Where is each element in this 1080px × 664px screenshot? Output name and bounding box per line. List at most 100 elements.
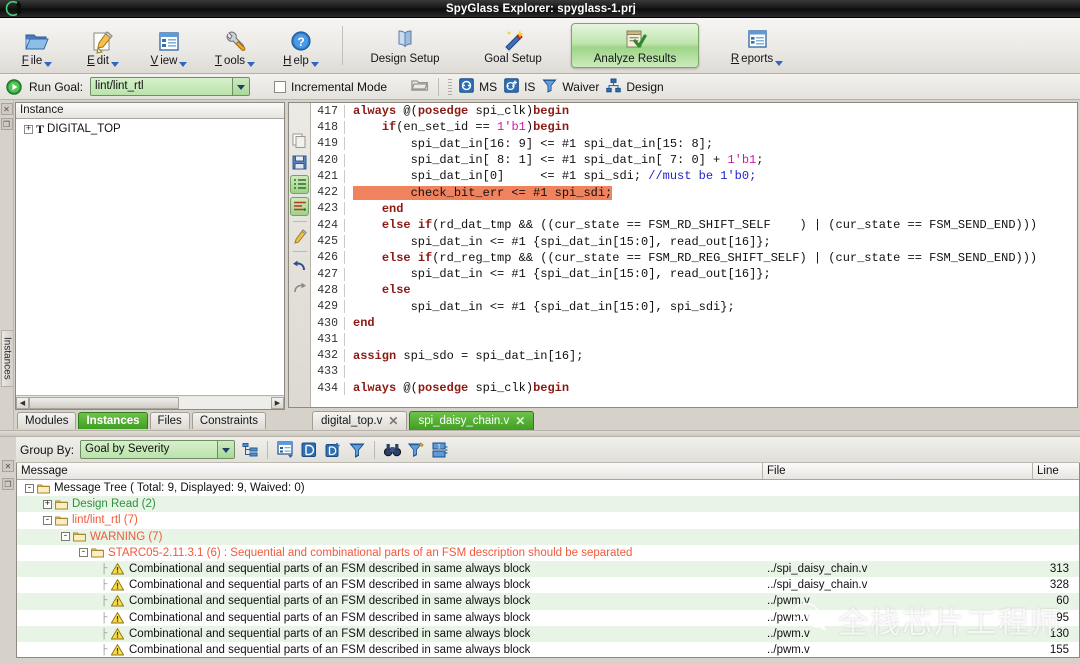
tab-constraints[interactable]: Constraints [191, 412, 266, 429]
code-line[interactable]: 433 [311, 364, 1077, 380]
instance-tree[interactable]: + T DIGITAL_TOP [16, 119, 284, 395]
instance-tree-hscrollbar[interactable]: ◀ ▶ [16, 395, 284, 409]
goal-select[interactable]: lint/lint_rtl [90, 77, 251, 96]
ribbon-edit-button[interactable]: Edit [70, 18, 136, 73]
code-line[interactable]: 420 spi_dat_in[ 8: 1] <= #1 spi_dat_in[ … [311, 152, 1077, 168]
tab-instances[interactable]: Instances [78, 412, 148, 429]
scroll-right-icon[interactable]: ▶ [271, 396, 284, 409]
expand-icon[interactable]: - [79, 548, 88, 558]
table-row[interactable]: ├ Combinational and sequential parts of a… [17, 642, 1079, 657]
incremental-mode-checkbox[interactable]: Incremental Mode [274, 80, 387, 94]
code-line[interactable]: 424 else if(rd_dat_tmp && ((cur_state ==… [311, 217, 1077, 233]
analyze-results-button[interactable]: Analyze Results [571, 23, 699, 68]
ribbon-file-button[interactable]: File [4, 18, 70, 73]
ms-button[interactable]: MS [459, 77, 497, 96]
horizontal-splitter[interactable] [0, 430, 1080, 437]
group-by-select[interactable]: Goal by Severity [80, 440, 236, 459]
redo-icon[interactable] [290, 279, 309, 298]
copy-icon[interactable] [290, 131, 309, 150]
report-table-icon[interactable] [276, 441, 294, 459]
editor-tab-digital-top[interactable]: digital_top.v ✕ [312, 411, 408, 430]
table-row[interactable]: - WARNING (7) [17, 528, 1079, 545]
code-line[interactable]: 419 spi_dat_in[16: 9] <= #1 spi_dat_in[1… [311, 136, 1077, 152]
code-line[interactable]: 418 if(en_set_id == 1'b1)begin [311, 119, 1077, 135]
expand-icon[interactable]: - [25, 483, 34, 493]
code-line[interactable]: 428 else [311, 282, 1077, 298]
table-row[interactable]: ├ Combinational and sequential parts of a… [17, 560, 1079, 578]
tree-structure-icon[interactable] [241, 441, 259, 459]
tree-row-digital-top[interactable]: + T DIGITAL_TOP [16, 121, 284, 137]
binoculars-search-icon[interactable] [383, 441, 401, 459]
table-row[interactable]: - Message Tree ( Total: 9, Displayed: 9, … [17, 480, 1079, 496]
is-button[interactable]: IS [504, 77, 535, 96]
design-setup-button[interactable]: Design Setup [351, 18, 459, 73]
column-header-line[interactable]: Line [1033, 463, 1079, 479]
funnel-filter-icon[interactable] [348, 441, 366, 459]
message-grid-body[interactable]: - Message Tree ( Total: 9, Displayed: 9, … [17, 480, 1079, 657]
code-line[interactable]: 423 end [311, 201, 1077, 217]
detail-add-icon[interactable] [324, 441, 342, 459]
message-pane-edge-strip: ✕ ❐ [0, 437, 16, 664]
table-row[interactable]: - lint/lint_rtl (7) [17, 512, 1079, 528]
info-message-icon[interactable]: 1 [431, 441, 449, 459]
chevron-down-icon[interactable] [232, 78, 250, 95]
code-line[interactable]: 430 end [311, 315, 1077, 331]
funnel-edit-icon[interactable] [407, 441, 425, 459]
detail-1-icon[interactable] [300, 441, 318, 459]
editor-tab-spi-daisy-chain[interactable]: spi_daisy_chain.v ✕ [409, 411, 535, 430]
close-panel-icon[interactable]: ✕ [0, 103, 13, 115]
hscroll-thumb[interactable] [29, 396, 180, 409]
table-row[interactable]: ├ Combinational and sequential parts of a… [17, 577, 1079, 593]
code-line[interactable]: 434 always @(posedge spi_clk)begin [311, 380, 1077, 396]
waiver-button[interactable]: Waiver [542, 78, 599, 96]
reports-button[interactable]: Reports [703, 18, 811, 73]
code-line[interactable]: 422 check_bit_err <= #1 spi_sdi; [311, 184, 1077, 200]
drag-grip[interactable] [448, 78, 453, 95]
close-tab-icon[interactable]: ✕ [388, 414, 398, 428]
ribbon-view-button[interactable]: View [136, 18, 202, 73]
edit-pencil-icon[interactable] [290, 227, 309, 246]
wrap-lines-icon[interactable] [290, 197, 309, 216]
scroll-left-icon[interactable]: ◀ [16, 396, 29, 409]
open-folder-small-icon[interactable] [411, 78, 429, 95]
table-row[interactable]: ├ Combinational and sequential parts of a… [17, 625, 1079, 642]
ribbon-tools-button[interactable]: Tools [202, 18, 268, 73]
tab-modules[interactable]: Modules [17, 412, 77, 429]
run-play-icon[interactable] [6, 78, 22, 95]
close-tab-icon[interactable]: ✕ [515, 414, 525, 428]
code-view[interactable]: 417 always @(posedge spi_clk)begin 418 if(… [311, 103, 1077, 407]
save-disk-icon[interactable] [290, 153, 309, 172]
code-line[interactable]: 426 else if(rd_reg_tmp && ((cur_state ==… [311, 250, 1077, 266]
code-line[interactable]: 431 [311, 331, 1077, 347]
ribbon-help-button[interactable]: ? Help [268, 18, 334, 73]
column-header-message[interactable]: Message [17, 463, 763, 479]
code-line[interactable]: 421 spi_dat_in[0] <= #1 spi_sdi; //must … [311, 168, 1077, 184]
chevron-down-icon[interactable] [217, 441, 235, 458]
close-panel-icon[interactable]: ✕ [2, 460, 14, 472]
code-line[interactable]: 427 spi_dat_in <= #1 {spi_dat_in[15:0], … [311, 266, 1077, 282]
checkbox-box[interactable] [274, 80, 287, 93]
table-row[interactable]: + Design Read (2) [17, 496, 1079, 513]
goal-setup-button[interactable]: Goal Setup [459, 18, 567, 73]
hscroll-track[interactable] [29, 396, 271, 409]
expand-icon[interactable]: - [61, 532, 70, 542]
design-button[interactable]: Design [606, 78, 664, 96]
line-numbers-icon[interactable] [290, 175, 309, 194]
code-line[interactable]: 429 spi_dat_in <= #1 {spi_dat_in[15:0], … [311, 299, 1077, 315]
code-line[interactable]: 425 spi_dat_in <= #1 {spi_dat_in[15:0], … [311, 233, 1077, 249]
undo-icon[interactable] [290, 257, 309, 276]
code-line[interactable]: 417 always @(posedge spi_clk)begin [311, 103, 1077, 119]
float-panel-icon[interactable]: ❐ [2, 478, 14, 490]
table-row[interactable]: ├ Combinational and sequential parts of a… [17, 593, 1079, 610]
table-row[interactable]: - STARC05-2.11.3.1 (6) : Sequential and c… [17, 545, 1079, 561]
float-panel-icon[interactable]: ❐ [0, 118, 13, 130]
column-header-file[interactable]: File [763, 463, 1033, 479]
code-line[interactable]: 432 assign spi_sdo = spi_dat_in[16]; [311, 347, 1077, 363]
expand-icon[interactable]: + [24, 124, 33, 134]
tab-files[interactable]: Files [149, 412, 190, 429]
instances-vertical-tab[interactable]: Instances [0, 330, 13, 387]
table-row[interactable]: ├ Combinational and sequential parts of a… [17, 610, 1079, 626]
expand-icon[interactable]: - [43, 515, 52, 525]
expand-icon[interactable]: + [43, 499, 52, 509]
line-number: 420 [311, 153, 345, 167]
